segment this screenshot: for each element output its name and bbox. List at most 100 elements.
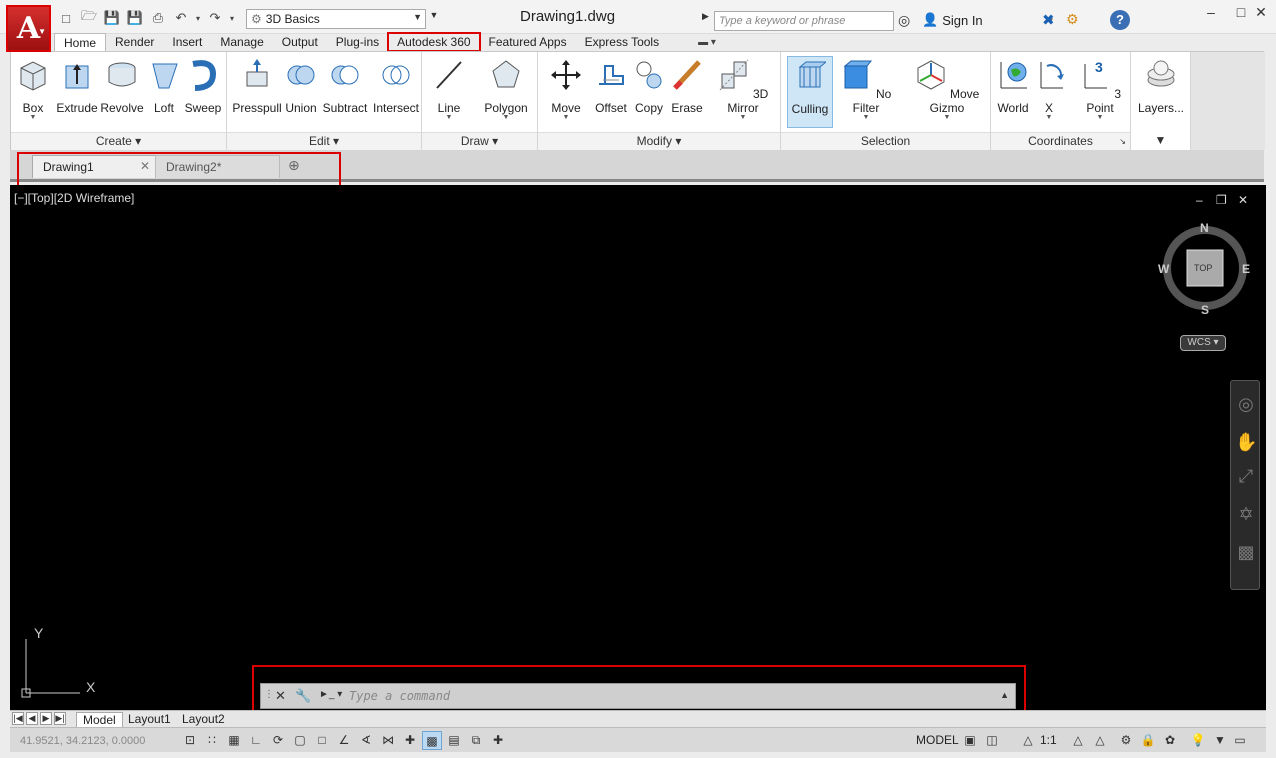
transparency-icon[interactable]: ▩ [422, 731, 442, 750]
3-point-ucs-tool[interactable]: 3 3 Point ▼ [1075, 58, 1125, 121]
stay-connected-icon[interactable]: ⚙ [1066, 11, 1079, 28]
polar-tracking-icon[interactable]: ⟳ [268, 731, 288, 750]
quick-view-layouts-icon[interactable]: ▣ [960, 731, 980, 750]
workspace-switching-gear-icon[interactable]: ⚙ [1116, 731, 1136, 750]
tab-plug-ins[interactable]: Plug-ins [327, 33, 388, 51]
prev-layout-icon[interactable]: ◀ [26, 712, 38, 725]
wrench-icon[interactable]: 🔧 [295, 688, 311, 704]
annotation-scale-icon[interactable]: △ [1018, 731, 1038, 750]
auto-scale-icon[interactable]: △ [1090, 731, 1110, 750]
redo-dropdown-icon[interactable]: ▾ [228, 8, 236, 28]
world-ucs-tool[interactable]: World [995, 58, 1031, 115]
viewport-controls-label[interactable]: [−][Top][2D Wireframe] [14, 191, 134, 205]
orbit-icon[interactable]: ✡ [1235, 503, 1257, 525]
dynamic-ucs-icon[interactable]: ∢ [356, 731, 376, 750]
next-layout-icon[interactable]: ▶ [40, 712, 52, 725]
panel-draw-title[interactable]: Draw ▾ [422, 132, 537, 150]
close-icon[interactable]: ✕ [275, 688, 286, 704]
compass-north[interactable]: N [1200, 221, 1209, 235]
no-filter-tool[interactable]: No Filter ▼ [839, 58, 893, 121]
save-icon[interactable]: 💾 [102, 8, 122, 28]
dynamic-input-icon[interactable]: ⋈ [378, 731, 398, 750]
undo-icon[interactable]: ↶ [171, 8, 191, 28]
last-layout-icon[interactable]: ▶| [54, 712, 66, 725]
compass-west[interactable]: W [1158, 262, 1169, 276]
viewcube-top-face[interactable]: TOP [1194, 263, 1212, 273]
file-tab-drawing1[interactable]: Drawing1 ✕ [32, 155, 157, 178]
compass-south[interactable]: S [1201, 303, 1209, 317]
presspull-tool[interactable]: Presspull [231, 58, 283, 115]
redo-icon[interactable]: ↷ [205, 8, 225, 28]
line-tool[interactable]: Line ▼ [432, 58, 466, 121]
erase-tool[interactable]: Erase [670, 58, 704, 115]
3d-mirror-tool[interactable]: 3D Mirror ▼ [716, 58, 770, 121]
tab-layout1[interactable]: Layout1 [122, 712, 177, 726]
move-gizmo-tool[interactable]: Move Gizmo ▼ [905, 58, 989, 121]
loft-tool[interactable]: Loft [149, 58, 179, 115]
grid-display-icon[interactable]: ▦ [224, 731, 244, 750]
viewcube[interactable]: N S E W TOP [1158, 221, 1250, 317]
isolate-objects-icon[interactable]: 💡 [1188, 731, 1208, 750]
status-menu-icon[interactable]: ▼ [1210, 731, 1230, 750]
tab-express-tools[interactable]: Express Tools [576, 33, 668, 51]
copy-tool[interactable]: Copy [632, 58, 666, 115]
command-input[interactable] [349, 687, 989, 705]
3d-osnap-icon[interactable]: ▢ [290, 731, 310, 750]
panel-modify-title[interactable]: Modify ▾ [538, 132, 780, 150]
drawing-viewport[interactable]: [−][Top][2D Wireframe] – ❐ ✕ N S E W TOP… [10, 185, 1266, 710]
selection-cycling-icon[interactable]: ⧉ [466, 731, 486, 750]
tab-featured-apps[interactable]: Featured Apps [480, 33, 576, 51]
layers-tool[interactable]: Layers... [1135, 58, 1187, 115]
viewport-minimize-button[interactable]: – [1196, 193, 1203, 207]
showmotion-icon[interactable]: ▩ [1235, 541, 1257, 563]
intersect-tool[interactable]: Intersect [371, 58, 421, 115]
box-tool[interactable]: Box ▼ [15, 58, 51, 121]
compass-east[interactable]: E [1242, 262, 1250, 276]
panel-create-title[interactable]: Create ▾ [11, 132, 226, 150]
undo-dropdown-icon[interactable]: ▾ [194, 8, 202, 28]
object-snap-icon[interactable]: □ [312, 731, 332, 750]
help-button[interactable]: ? [1110, 10, 1130, 30]
annotation-scale-value[interactable]: 1:1 [1040, 733, 1057, 747]
dialog-launcher-icon[interactable]: ↘ [1119, 133, 1126, 150]
print-icon[interactable]: ⎙ [148, 8, 168, 28]
tab-home[interactable]: Home [54, 33, 107, 51]
tab-manage[interactable]: Manage [211, 33, 272, 51]
viewport-close-button[interactable]: ✕ [1238, 193, 1248, 207]
steering-wheel-icon[interactable]: ◎ [1235, 393, 1257, 415]
search-input[interactable]: Type a keyword or phrase [714, 11, 894, 31]
panel-edit-title[interactable]: Edit ▾ [227, 132, 421, 150]
workspace-select[interactable]: ⚙ 3D Basics ▼ [246, 9, 426, 29]
lineweight-icon[interactable]: ✚ [400, 731, 420, 750]
culling-tool[interactable]: Culling [787, 56, 833, 128]
coordinate-readout[interactable]: 41.9521, 34.2123, 0.0000 [20, 735, 145, 747]
qat-customize-dropdown[interactable]: ▼ [428, 10, 440, 28]
ribbon-options-icon[interactable]: ▬ ▾ [698, 37, 716, 48]
offset-tool[interactable]: Offset [592, 58, 630, 115]
open-folder-icon[interactable]: 🗁 [79, 8, 99, 28]
close-window-button[interactable]: ✕ [1246, 4, 1276, 22]
move-tool[interactable]: Move ▼ [548, 58, 584, 121]
revolve-tool[interactable]: Revolve [99, 58, 145, 115]
new-file-icon[interactable]: □ [56, 8, 76, 28]
command-prompt-icon[interactable]: ►_ ▾ [319, 689, 342, 700]
annotation-monitor-icon[interactable]: ✚ [488, 731, 508, 750]
snap-mode-icon[interactable]: ∷ [202, 731, 222, 750]
extrude-tool[interactable]: Extrude [55, 58, 99, 115]
tab-model[interactable]: Model [76, 712, 123, 727]
wcs-menu[interactable]: WCS ▾ [1180, 335, 1226, 351]
clean-screen-icon[interactable]: ▭ [1230, 731, 1250, 750]
quick-view-drawings-icon[interactable]: ◫ [982, 731, 1002, 750]
first-layout-icon[interactable]: |◀ [12, 712, 24, 725]
new-tab-button[interactable]: ⊕ [284, 155, 308, 178]
annotation-visibility-icon[interactable]: △ [1068, 731, 1088, 750]
sign-in-button[interactable]: 👤 Sign In ▼ [922, 12, 1055, 28]
tab-layout2[interactable]: Layout2 [176, 712, 231, 726]
sweep-tool[interactable]: Sweep [183, 58, 223, 115]
close-icon[interactable]: ✕ [140, 159, 150, 173]
tab-render[interactable]: Render [106, 33, 163, 51]
application-menu-button[interactable]: A ▼ [6, 5, 51, 52]
subtract-tool[interactable]: Subtract [321, 58, 369, 115]
chevron-up-icon[interactable]: ▲ [1000, 690, 1009, 700]
tab-autodesk-360[interactable]: Autodesk 360 [387, 32, 481, 52]
